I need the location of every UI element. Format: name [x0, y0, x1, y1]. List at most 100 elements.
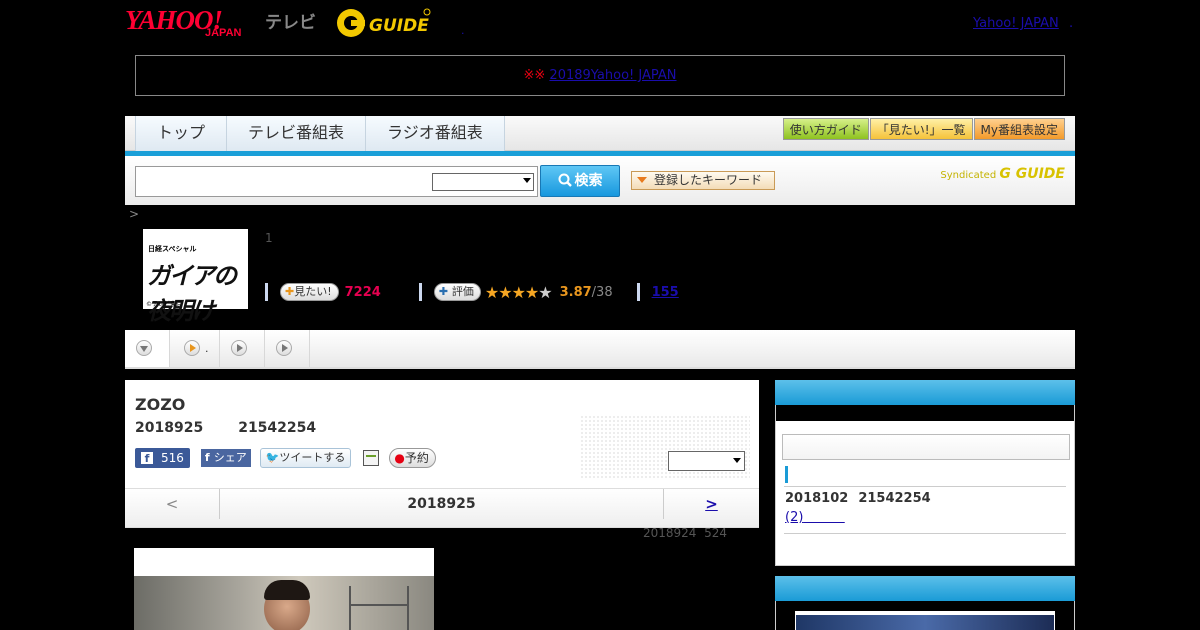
play-icon — [231, 340, 247, 356]
program-thumbnail[interactable]: 日経スペシャル ガイアの夜明け ©テレビ東京 — [143, 229, 248, 325]
article-meta: 2018925 21542254 — [135, 420, 351, 436]
sub-nav-item-1[interactable]: . — [170, 330, 220, 367]
side-code: 21542254 — [858, 491, 931, 506]
search-icon — [558, 173, 572, 187]
tweet-button[interactable]: 🐦ツイートする — [259, 448, 352, 468]
facebook-like-button[interactable]: f 516 — [135, 448, 190, 468]
article-code: 21542254 — [238, 420, 317, 436]
count-link[interactable]: 155 — [652, 285, 679, 300]
notice-mark: ※※ — [523, 68, 546, 83]
yahoo-japan-logo-text: JAPAN — [205, 27, 242, 39]
program-thumbnail-credit: ©テレビ東京 — [146, 301, 183, 308]
tv-logo-text[interactable]: テレビ — [265, 8, 316, 33]
side-panel-2-image[interactable] — [795, 611, 1055, 630]
my-guide-settings-button[interactable]: My番組表設定 — [973, 118, 1065, 140]
want-count: 7224 — [344, 284, 381, 300]
divider — [636, 283, 640, 301]
syndicated-logo: Syndicated G GUIDE — [940, 166, 1065, 182]
pager-sub-date: 2018924 — [643, 526, 697, 540]
side-link-label: (2) — [785, 510, 804, 525]
usage-guide-button[interactable]: 使い方ガイド — [782, 118, 869, 140]
notice-link[interactable]: 20189Yahoo! JAPAN — [549, 68, 676, 83]
yahoo-japan-link[interactable]: Yahoo! JAPAN — [973, 16, 1059, 31]
facebook-share-label: シェア — [213, 451, 247, 464]
divider — [784, 486, 1066, 487]
want-list-button[interactable]: 「見たい!」一覧 — [869, 118, 973, 140]
prev-date-button[interactable]: < — [125, 489, 220, 519]
search-button[interactable]: 検索 — [540, 165, 620, 197]
program-stats: ✚見たい! 7224 ✚ 評価 ★★★★★ 3.87 /38 155 — [265, 282, 679, 302]
search-category-select[interactable] — [432, 173, 534, 191]
side-panel: 2018102 21542254 (2) — [775, 421, 1075, 566]
episode-number: 1 — [265, 231, 273, 245]
svg-text:GUIDE: GUIDE — [369, 16, 429, 36]
program-thumbnail-title: ガイアの夜明け — [147, 261, 237, 325]
side-accent-bar — [785, 466, 788, 483]
breadcrumb[interactable]: > — [129, 207, 139, 221]
facebook-icon: f — [204, 451, 210, 464]
reserve-label: 予約 — [404, 451, 429, 465]
sub-nav: . — [125, 330, 1075, 369]
rating-count: /38 — [591, 284, 613, 300]
nav-tab-radio-guide[interactable]: ラジオ番組表 — [365, 116, 505, 151]
nav-tab-tv-guide[interactable]: テレビ番組表 — [226, 116, 366, 151]
plus-icon: ✚ — [438, 285, 452, 298]
side-panel-subheader — [775, 405, 1075, 421]
main-nav: トップ テレビ番組表 ラジオ番組表 使い方ガイド 「見たい!」一覧 My番組表設… — [125, 116, 1075, 151]
side-panel-box[interactable] — [782, 434, 1070, 460]
next-date-button[interactable]: > — [663, 489, 759, 519]
notice-box: ※※ 20189Yahoo! JAPAN — [135, 55, 1065, 96]
header-extra-link[interactable]: . — [1069, 16, 1073, 31]
search-button-label: 検索 — [574, 173, 603, 189]
divider — [265, 283, 268, 301]
sub-nav-item-2[interactable] — [220, 330, 265, 367]
registered-keyword-label: 登録したキーワード — [654, 173, 763, 187]
share-buttons: f 516 f シェア 🐦ツイートする ●予約 — [135, 448, 436, 468]
divider — [784, 533, 1066, 534]
plus-icon: ✚ — [285, 285, 295, 298]
article-title: ZOZO — [135, 395, 186, 414]
gguide-logo[interactable]: GUIDE — [335, 7, 431, 39]
rating-stars: ★★★★★ — [484, 282, 553, 302]
twitter-icon: 🐦 — [265, 451, 280, 464]
syndicated-brand: G GUIDE — [999, 166, 1065, 182]
facebook-icon: f — [141, 452, 153, 465]
facebook-count: 516 — [161, 451, 184, 465]
record-icon: ● — [394, 451, 405, 465]
sub-nav-item-1-text: . — [205, 342, 209, 355]
article-select[interactable] — [668, 451, 745, 471]
pager-subinfo: 2018924 524 — [643, 526, 727, 540]
current-date: 2018925 — [407, 496, 476, 512]
play-icon — [184, 340, 200, 356]
program-thumbnail-subtitle: 日経スペシャル — [148, 245, 197, 253]
search-bar: 検索 登録したキーワード Syndicated G GUIDE — [125, 156, 1075, 205]
calendar-icon[interactable] — [363, 450, 380, 466]
side-panel-2 — [775, 601, 1075, 630]
dropdown-triangle-icon — [637, 177, 647, 183]
header-dot: . — [461, 24, 465, 37]
facebook-share-button[interactable]: f シェア — [200, 449, 251, 467]
side-panel-2-header — [775, 576, 1075, 601]
pager-sub-count: 524 — [704, 526, 727, 540]
reserve-button[interactable]: ●予約 — [389, 448, 436, 468]
play-icon — [276, 340, 292, 356]
side-link[interactable]: (2) — [785, 510, 845, 525]
sub-nav-item-menu[interactable] — [125, 330, 170, 367]
want-button[interactable]: ✚見たい! — [280, 283, 339, 301]
date-pager: < 2018925 > — [125, 488, 759, 528]
divider — [418, 283, 422, 301]
tweet-label: ツイートする — [279, 451, 346, 464]
want-button-label: 見たい! — [294, 285, 332, 298]
article-photo — [134, 548, 434, 630]
rate-button-label: 評価 — [451, 285, 474, 298]
nav-tab-top[interactable]: トップ — [135, 116, 227, 151]
sub-nav-item-3[interactable] — [265, 330, 310, 367]
rate-button[interactable]: ✚ 評価 — [433, 283, 481, 301]
chevron-down-icon — [733, 458, 741, 463]
side-date-value: 2018102 — [785, 491, 849, 506]
article-date: 2018925 — [135, 420, 204, 436]
chevron-down-icon — [523, 178, 531, 183]
registered-keyword-button[interactable]: 登録したキーワード — [631, 171, 775, 190]
site-header: YAHOO! JAPAN テレビ GUIDE . Yahoo! JAPAN . — [125, 0, 1075, 50]
side-panel-header — [775, 380, 1075, 405]
